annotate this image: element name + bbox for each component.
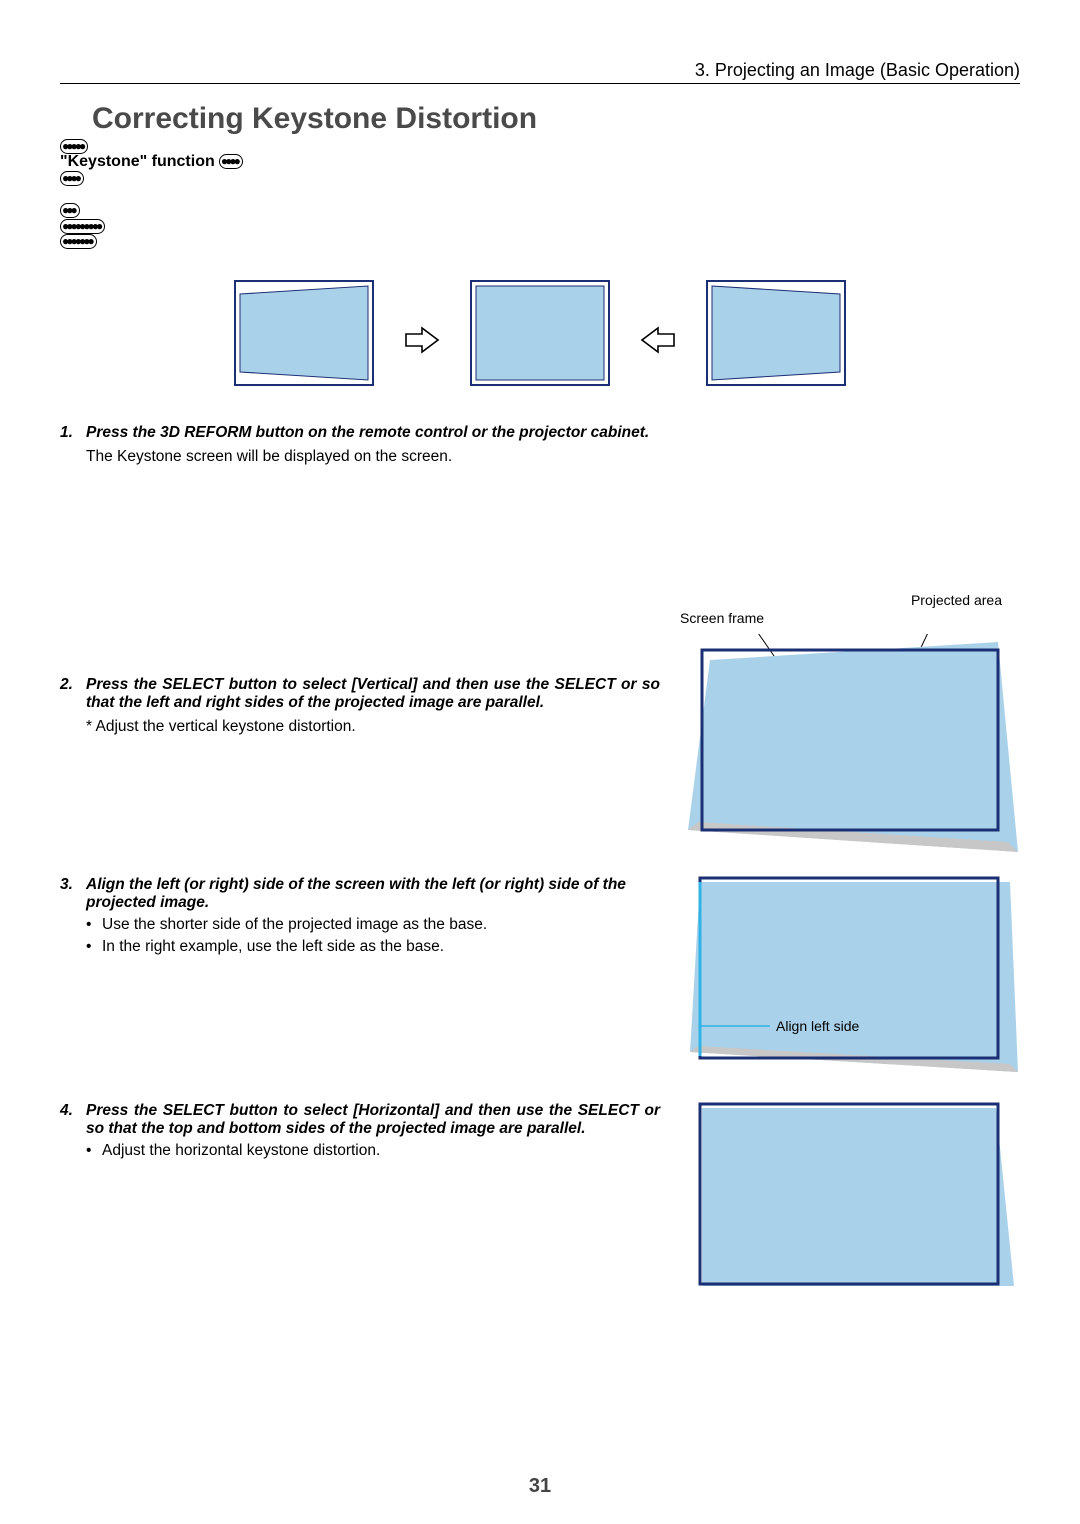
step-number: 4. (60, 1102, 86, 1138)
bullet-item: Adjust the horizontal keystone distortio… (86, 1142, 660, 1160)
keystone-shape-left (234, 280, 374, 400)
step-heading: Press the SELECT button to select [Horiz… (86, 1102, 660, 1138)
keystone-shape-center (470, 280, 610, 400)
keystone-function-label: "Keystone" function (60, 153, 215, 170)
bullet-item: Use the shorter side of the projected im… (86, 916, 660, 934)
step-bullets: Adjust the horizontal keystone distortio… (86, 1142, 660, 1160)
step-2: 2. Press the SELECT button to select [Ve… (60, 676, 660, 712)
keystone-diagram-row (60, 280, 1020, 400)
arrow-left-icon (638, 322, 678, 358)
page-title: Correcting Keystone Distortion (92, 102, 1020, 136)
obscured-text: ●●●● (60, 171, 84, 186)
step-2-section: 2. Press the SELECT button to select [Ve… (60, 616, 1020, 864)
document-page: 3. Projecting an Image (Basic Operation)… (0, 0, 1080, 1524)
keystone-shape-right (706, 280, 846, 400)
section-header: 3. Projecting an Image (Basic Operation) (60, 60, 1020, 84)
screen-frame-label: Screen frame (680, 610, 764, 626)
projected-area-label: Projected area (911, 592, 1002, 608)
arrow-right-icon (402, 322, 442, 358)
projection-diagram-2: Align left side (680, 876, 1020, 1076)
step-description: * Adjust the vertical keystone distortio… (86, 718, 660, 736)
step-number: 3. (60, 876, 86, 912)
step-4-section: 4. Press the SELECT button to select [Ho… (60, 1102, 1020, 1292)
intro-block: ●●●●● "Keystone" function ●●●● ●●●● ●●● … (60, 138, 1020, 250)
step-4: 4. Press the SELECT button to select [Ho… (60, 1102, 660, 1138)
obscured-text: ●●●●● (60, 139, 88, 154)
step-number: 2. (60, 676, 86, 712)
projection-diagram-3 (680, 1102, 1020, 1292)
step-3-section: 3. Align the left (or right) side of the… (60, 876, 1020, 1076)
step-number: 1. (60, 424, 86, 442)
step-heading: Press the 3D REFORM button on the remote… (86, 424, 1020, 442)
step-1: 1. Press the 3D REFORM button on the rem… (60, 424, 1020, 442)
step-heading: Align the left (or right) side of the sc… (86, 876, 660, 912)
step-bullets: Use the shorter side of the projected im… (86, 916, 660, 956)
step-description: The Keystone screen will be displayed on… (86, 448, 1020, 466)
obscured-text: ●●● (60, 203, 80, 218)
align-left-label: Align left side (776, 1018, 859, 1034)
bullet-item: In the right example, use the left side … (86, 938, 660, 956)
step-heading: Press the SELECT button to select [Verti… (86, 676, 660, 712)
obscured-text: ●●●● (219, 154, 243, 169)
page-number: 31 (0, 1475, 1080, 1498)
obscured-text: ●●●●●●●●● (60, 219, 105, 234)
obscured-text: ●●●●●●● (60, 234, 97, 249)
step-3: 3. Align the left (or right) side of the… (60, 876, 660, 912)
projection-diagram-1 (680, 634, 1020, 864)
